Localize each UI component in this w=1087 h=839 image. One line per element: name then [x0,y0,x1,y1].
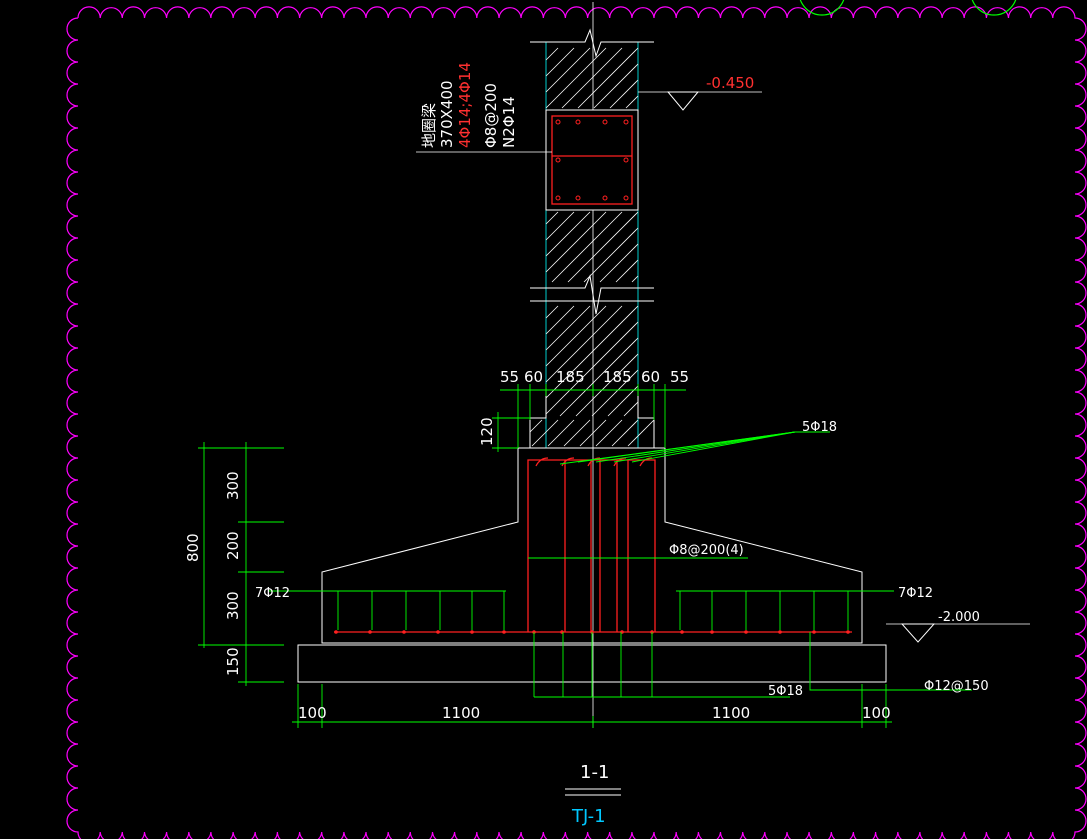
top-dimension-text: 55 60 185 185 60 55 120 [478,368,689,446]
label-stirrup-ring: Φ8@200(4) [669,543,744,558]
elevation-top-text: -0.450 [706,74,754,92]
step-dim: 120 [478,417,496,446]
beam-size: 370X400 [438,80,456,148]
left-dim-total: 800 [184,533,202,562]
left-dim-3: 300 [224,591,242,620]
beam-side-bars: N2Φ14 [500,96,518,148]
section-title: 1-1 [580,762,609,783]
top-dim-2: 60 [524,368,543,386]
bottom-dim-3: 1100 [712,704,750,722]
bottom-dim-1: 100 [298,704,327,722]
top-dim-4: 185 [603,368,632,386]
bottom-dim-4: 100 [862,704,891,722]
section-subtitle: TJ-1 [571,806,606,827]
top-dim-5: 60 [641,368,660,386]
label-left-bars: 7Φ12 [255,586,290,601]
left-dim-2: 200 [224,531,242,560]
label-right-bars: 7Φ12 [898,586,933,601]
beam-stirrups: Φ8@200 [482,83,500,148]
wall-hatch [529,47,655,447]
wall-section [545,42,639,448]
ground-beam-label: 地圈梁 370X400 4Φ14;4Φ14 Φ8@200 N2Φ14 [420,62,518,148]
label-bottom-mesh: Φ12@150 [924,679,989,694]
elevation-bottom-text: -2.000 [938,610,980,625]
top-dim-1: 55 [500,368,519,386]
label-dowel: 5Φ18 [802,420,837,435]
left-dim-1: 300 [224,471,242,500]
break-line-top [530,28,654,58]
bottom-dim-2: 1100 [442,704,480,722]
rebar-labels: 5Φ18 Φ8@200(4) 7Φ12 7Φ12 5Φ18 Φ12@150 [255,420,989,699]
rebar-leaders [268,431,972,698]
bottom-dimension-text: 100 1100 1100 100 [298,704,891,722]
top-dim-3: 185 [556,368,585,386]
beam-main-bars: 4Φ14;4Φ14 [456,62,474,148]
top-dimension [492,384,686,452]
cad-drawing: 地圈梁 370X400 4Φ14;4Φ14 Φ8@200 N2Φ14 -0.45… [66,0,1087,839]
label-bottom-dowel: 5Φ18 [768,684,803,699]
top-dim-6: 55 [670,368,689,386]
section-title-block: 1-1 TJ-1 [565,762,621,827]
beam-name: 地圈梁 [420,103,438,148]
elevation-top: -0.450 [638,74,762,111]
left-dim-4: 150 [224,647,242,676]
elevation-bottom: -2.000 [886,610,1030,643]
